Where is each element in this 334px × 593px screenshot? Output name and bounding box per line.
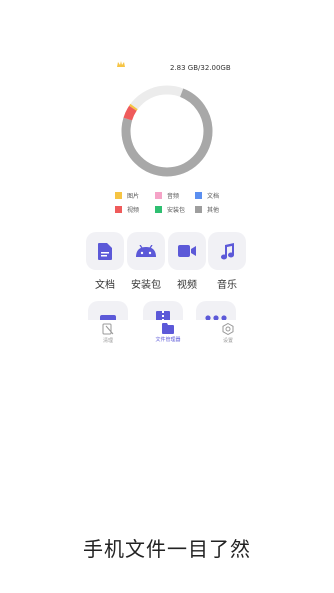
- nav-item-file-manager[interactable]: 文件管理器: [138, 323, 198, 343]
- legend-label-apk: 安装包: [167, 206, 186, 214]
- nav-item-settings[interactable]: 设置: [198, 323, 258, 344]
- promo-slogan: 手机文件一目了然: [83, 537, 251, 561]
- legend-swatch-audio: [155, 191, 162, 199]
- legend-item-video: 视频: [115, 205, 155, 214]
- legend-item-apk: 安装包: [155, 205, 195, 214]
- category-documents-tile[interactable]: [86, 232, 124, 270]
- legend-swatch-docs: [195, 191, 202, 199]
- nav-item-clean[interactable]: 清理: [78, 323, 138, 344]
- category-apk-tile[interactable]: [127, 232, 165, 270]
- legend-swatch-images: [115, 191, 122, 199]
- nav-label-settings: 设置: [222, 338, 233, 344]
- nav-label-clean: 清理: [102, 338, 113, 344]
- bottom-nav-bar: 清理 文件管理器 设置: [78, 320, 258, 350]
- folder-icon: [162, 323, 174, 334]
- legend-item-audio: 音频: [155, 191, 195, 200]
- category-documents[interactable]: 文档: [86, 232, 124, 291]
- category-apk-label: 安装包: [131, 280, 161, 291]
- document-icon: [98, 242, 112, 260]
- category-music-label: 音乐: [217, 280, 237, 291]
- crown-icon: [117, 61, 125, 67]
- legend-item-other: 其他: [195, 205, 235, 214]
- category-apk[interactable]: 安装包: [127, 232, 165, 291]
- legend-swatch-video: [115, 205, 122, 213]
- android-icon: [136, 245, 156, 257]
- category-video-label: 视频: [177, 280, 197, 291]
- category-video-tile[interactable]: [168, 232, 206, 270]
- category-video[interactable]: 视频: [168, 232, 206, 291]
- legend-swatch-other: [195, 205, 202, 213]
- nav-label-file-manager: 文件管理器: [155, 337, 181, 343]
- category-music[interactable]: 音乐: [208, 232, 246, 291]
- clean-icon: [102, 323, 114, 335]
- legend-label-audio: 音频: [167, 192, 180, 200]
- category-documents-label: 文档: [95, 280, 115, 291]
- legend-label-docs: 文档: [207, 192, 220, 200]
- storage-usage-text: 2.83 GB/32.00GB: [170, 64, 231, 72]
- legend-item-images: 图片: [115, 191, 155, 200]
- music-note-icon: [220, 242, 234, 259]
- legend-label-images: 图片: [127, 192, 140, 200]
- storage-donut-chart: [121, 85, 213, 177]
- legend-swatch-apk: [155, 205, 162, 213]
- video-camera-icon: [178, 245, 196, 257]
- legend-label-video: 视频: [127, 206, 140, 214]
- legend-label-other: 其他: [207, 206, 220, 214]
- category-music-tile[interactable]: [208, 232, 246, 270]
- legend-item-docs: 文档: [195, 191, 235, 200]
- settings-icon: [222, 323, 234, 335]
- storage-legend: 图片 音频 文档 视频 安装包 其他: [115, 188, 235, 216]
